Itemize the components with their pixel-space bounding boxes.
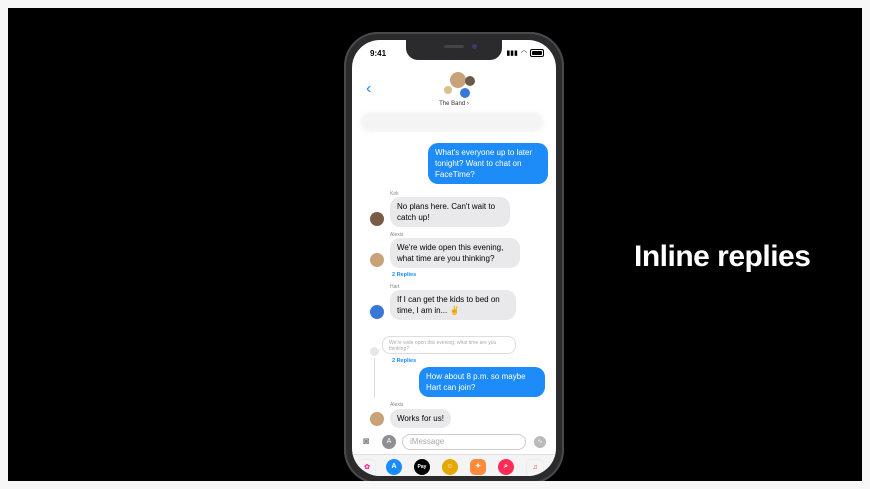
group-name[interactable]: The Band › <box>352 101 556 107</box>
speaker-icon <box>444 45 464 48</box>
camera-icon[interactable]: ◙ <box>363 436 377 447</box>
avatar <box>450 72 466 88</box>
previous-message-faded <box>360 112 544 132</box>
back-chevron-icon[interactable]: ‹ <box>366 80 371 98</box>
search-images-icon[interactable]: ⌕ <box>498 459 514 475</box>
group-avatar-cluster[interactable] <box>438 72 478 100</box>
app-tray: ✿ A Pay ☺ ✦ ⌕ ♫ <box>352 454 556 476</box>
chevron-right-icon: › <box>466 101 469 107</box>
music-icon[interactable]: ♫ <box>526 459 544 476</box>
message-bubble-outgoing[interactable]: What's everyone up to later tonight? Wan… <box>428 143 548 184</box>
replies-link[interactable]: 2 Replies <box>392 272 416 278</box>
replies-link[interactable]: 2 Replies <box>392 358 416 364</box>
sender-label: Alexis <box>390 402 404 408</box>
message-bubble-incoming[interactable]: We're wide open this evening, what time … <box>390 238 520 268</box>
signal-icon: ▮▮▮ <box>506 50 518 57</box>
stickers-icon[interactable]: ✦ <box>470 459 486 475</box>
keynote-slide: Inline replies 9:41 ▮▮▮ ◠ ‹ The Band › W… <box>8 8 862 481</box>
status-time: 9:41 <box>370 49 387 58</box>
avatar[interactable] <box>370 212 384 226</box>
front-camera-icon <box>472 44 477 49</box>
phone-screen: 9:41 ▮▮▮ ◠ ‹ The Band › What's everyone … <box>352 40 556 476</box>
message-bubble-incoming[interactable]: Works for us! <box>390 409 451 428</box>
avatar <box>465 76 475 86</box>
sender-label: Kirk <box>390 191 399 197</box>
avatar[interactable] <box>370 253 384 267</box>
app-store-icon[interactable]: A <box>382 435 396 449</box>
apple-pay-icon[interactable]: Pay <box>414 459 430 475</box>
slide-headline: Inline replies <box>634 240 811 273</box>
thread-line <box>374 358 375 398</box>
memoji-icon[interactable]: ☺ <box>442 459 458 475</box>
message-bubble-incoming[interactable]: If I can get the kids to bed on time, I … <box>390 290 516 320</box>
avatar[interactable] <box>370 305 384 319</box>
quoted-message[interactable]: We're wide open this evening, what time … <box>382 336 516 354</box>
avatar <box>444 86 452 94</box>
iphone-frame: 9:41 ▮▮▮ ◠ ‹ The Band › What's everyone … <box>344 32 564 481</box>
compose-bar: ◙ A iMessage ∿ <box>360 434 550 452</box>
app-store-icon[interactable]: A <box>386 459 402 475</box>
status-icons: ▮▮▮ ◠ <box>506 49 544 57</box>
avatar[interactable] <box>370 412 384 426</box>
notch <box>406 40 502 60</box>
battery-icon <box>530 49 544 57</box>
avatar <box>460 88 470 98</box>
audio-waveform-icon[interactable]: ∿ <box>534 436 546 448</box>
message-bubble-outgoing[interactable]: How about 8 p.m. so maybe Hart can join? <box>419 367 545 397</box>
message-input[interactable]: iMessage <box>402 434 526 450</box>
message-bubble-incoming[interactable]: No plans here. Can't wait to catch up! <box>390 197 510 227</box>
avatar <box>370 347 379 356</box>
photos-app-icon[interactable]: ✿ <box>358 459 376 476</box>
wifi-icon: ◠ <box>520 50 527 57</box>
